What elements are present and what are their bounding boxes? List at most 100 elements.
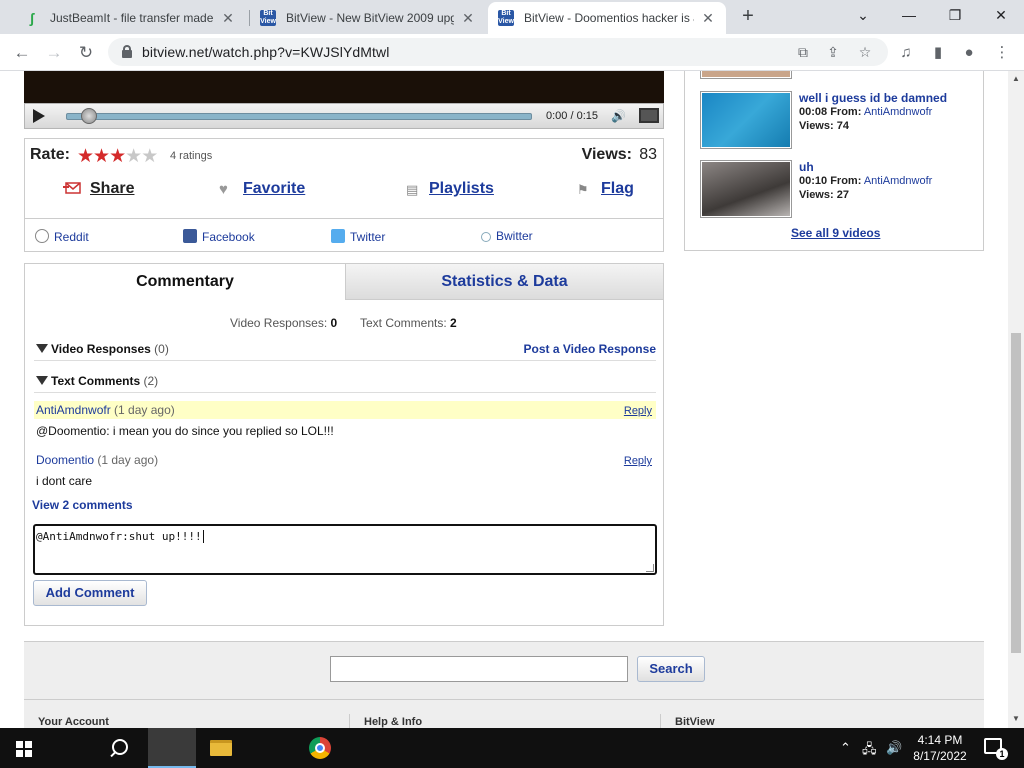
footer-bitview[interactable]: BitView [675, 716, 715, 728]
browser-tab-justbeamit[interactable]: ʃ JustBeamIt - file transfer made e ✕ [14, 2, 246, 34]
views-count: 83 [639, 146, 657, 163]
star-filled-icon[interactable]: ★ [93, 146, 110, 167]
network-icon[interactable]: 🖧 [862, 740, 877, 762]
volume-tray-icon[interactable]: 🔊 [886, 740, 902, 756]
restore-icon[interactable]: ❐ [932, 0, 978, 32]
address-bar[interactable]: bitview.net/watch.php?v=KWJSlYdMtwl ⧉ ⇪ … [108, 38, 888, 66]
share-button[interactable]: Share [63, 180, 134, 198]
reddit-icon [35, 229, 49, 243]
video-title-link[interactable]: well i guess id be damned [799, 91, 947, 105]
bitview-favicon-icon: Bit View [498, 10, 514, 26]
scrub-handle[interactable] [81, 108, 97, 124]
footer-help-info[interactable]: Help & Info [364, 716, 422, 728]
video-thumbnail[interactable] [700, 160, 792, 218]
author-link[interactable]: AntiAmdnwofr [864, 175, 932, 187]
rating-stars[interactable]: ★★★★★ [77, 145, 158, 168]
browser-menu-icon[interactable]: ⋮ [991, 42, 1013, 64]
folder-icon [210, 740, 232, 756]
reply-link[interactable]: Reply [624, 452, 652, 470]
close-tab-icon[interactable]: ✕ [220, 10, 236, 27]
favorite-button[interactable]: ♥ Favorite [219, 180, 305, 198]
show-hidden-icons-chevron-icon[interactable]: ⌃ [840, 740, 851, 756]
flag-button[interactable]: ⚑ Flag [577, 180, 634, 198]
tab-commentary[interactable]: Commentary [25, 264, 345, 300]
browser-tab-bitview-upgrade[interactable]: Bit View BitView - New BitView 2009 upg ✕ [250, 2, 486, 34]
collapse-triangle-icon[interactable] [36, 376, 48, 385]
scroll-up-arrow-icon[interactable]: ▲ [1012, 74, 1020, 83]
scrollbar-thumb[interactable] [1011, 333, 1021, 653]
media-controls-icon[interactable]: ♫ [895, 42, 917, 64]
page-scrollbar[interactable]: ▲ ▼ [1008, 71, 1024, 728]
video-progress-bar[interactable] [66, 113, 532, 120]
close-tab-icon[interactable]: ✕ [700, 10, 716, 27]
star-filled-icon[interactable]: ★ [77, 146, 94, 167]
file-explorer-button[interactable] [98, 728, 232, 768]
minimize-icon[interactable]: — [886, 0, 932, 32]
star-empty-icon[interactable]: ★ [125, 146, 142, 167]
url-text[interactable]: bitview.net/watch.php?v=KWJSlYdMtwl [142, 44, 389, 60]
video-views: Views: 74 [799, 120, 849, 132]
close-tab-icon[interactable]: ✕ [460, 10, 476, 27]
video-frame[interactable] [24, 71, 664, 103]
author-link[interactable]: AntiAmdnwofr [864, 106, 932, 118]
reply-link[interactable]: Reply [624, 402, 652, 420]
chrome-taskbar-button[interactable] [148, 728, 331, 768]
footer-column-divider [349, 714, 350, 728]
collapse-triangle-icon[interactable] [36, 344, 48, 353]
start-button[interactable] [0, 728, 48, 768]
reddit-share-link[interactable]: Reddit [35, 229, 89, 244]
comment-author-link[interactable]: AntiAmdnwofr [36, 403, 111, 417]
video-responses-section[interactable]: Video Responses (0) Post a Video Respons… [34, 337, 656, 361]
bwitter-share-link[interactable]: Bwitter [481, 229, 533, 243]
taskbar-search-button[interactable] [48, 728, 128, 768]
play-icon[interactable] [33, 109, 45, 123]
share-page-icon[interactable]: ⇪ [824, 43, 842, 61]
facebook-share-link[interactable]: Facebook [183, 229, 255, 244]
comment-text: i dont care [36, 474, 93, 488]
playlist-icon: ▤ [406, 182, 419, 197]
post-video-response-link[interactable]: Post a Video Response [524, 342, 657, 356]
star-filled-icon[interactable]: ★ [109, 146, 126, 167]
social-share-bar: Reddit Facebook Twitter Bwitter [24, 218, 664, 252]
comment-textarea[interactable]: @AntiAmdnwofr:shut up!!!! [33, 524, 657, 575]
profile-avatar-icon[interactable]: ● [958, 42, 980, 64]
section-title: Video Responses (0) [51, 342, 169, 356]
close-window-icon[interactable]: ✕ [978, 0, 1024, 32]
bookmark-star-icon[interactable]: ☆ [856, 43, 874, 61]
add-comment-button[interactable]: Add Comment [33, 580, 147, 606]
view-comments-link[interactable]: View 2 comments [32, 498, 133, 512]
video-title-link[interactable]: uh [799, 160, 814, 174]
fullscreen-icon[interactable] [639, 108, 659, 123]
tab-statistics[interactable]: Statistics & Data [345, 264, 663, 300]
taskbar-clock[interactable]: 4:14 PM 8/17/2022 [908, 732, 972, 764]
clock-date: 8/17/2022 [913, 749, 967, 763]
video-views: Views: 27 [799, 189, 849, 201]
rating-actions-box: Rate: ★★★★★ 4 ratings Views: 83 Share ♥ F… [24, 138, 664, 218]
forward-arrow-icon[interactable]: → [42, 41, 66, 65]
video-thumbnail[interactable] [700, 71, 792, 79]
site-popup-blocked-icon[interactable]: ⧉ [794, 43, 812, 61]
video-meta: 00:10 From: AntiAmdnwofr [799, 175, 933, 187]
see-all-videos-link[interactable]: See all 9 videos [791, 226, 880, 240]
text-comments-section[interactable]: Text Comments (2) [34, 369, 656, 393]
video-controls-bar: 0:00 / 0:15 🔊 [24, 103, 664, 129]
comment-age: (1 day ago) [97, 453, 159, 467]
browser-tab-bitview-watch[interactable]: Bit View BitView - Doomentios hacker is a… [488, 2, 726, 34]
reload-icon[interactable]: ↻ [74, 41, 98, 65]
back-arrow-icon[interactable]: ← [10, 41, 34, 65]
resize-handle-icon[interactable] [646, 564, 654, 572]
footer-search-button[interactable]: Search [637, 656, 705, 682]
footer-your-account[interactable]: Your Account [38, 716, 109, 728]
playlists-button[interactable]: ▤ Playlists [406, 180, 494, 198]
volume-icon[interactable]: 🔊 [611, 109, 631, 123]
star-empty-icon[interactable]: ★ [141, 146, 158, 167]
video-time: 0:00 / 0:15 [546, 110, 598, 122]
video-thumbnail[interactable] [700, 91, 792, 149]
twitter-share-link[interactable]: Twitter [331, 229, 385, 244]
footer-search-input[interactable] [330, 656, 628, 682]
tab-search-chevron-icon[interactable]: ⌄ [840, 0, 886, 32]
comment-author-link[interactable]: Doomentio [36, 453, 94, 467]
scroll-down-arrow-icon[interactable]: ▼ [1012, 714, 1020, 723]
side-panel-icon[interactable]: ▮ [927, 42, 949, 64]
new-tab-button[interactable]: + [737, 4, 759, 28]
